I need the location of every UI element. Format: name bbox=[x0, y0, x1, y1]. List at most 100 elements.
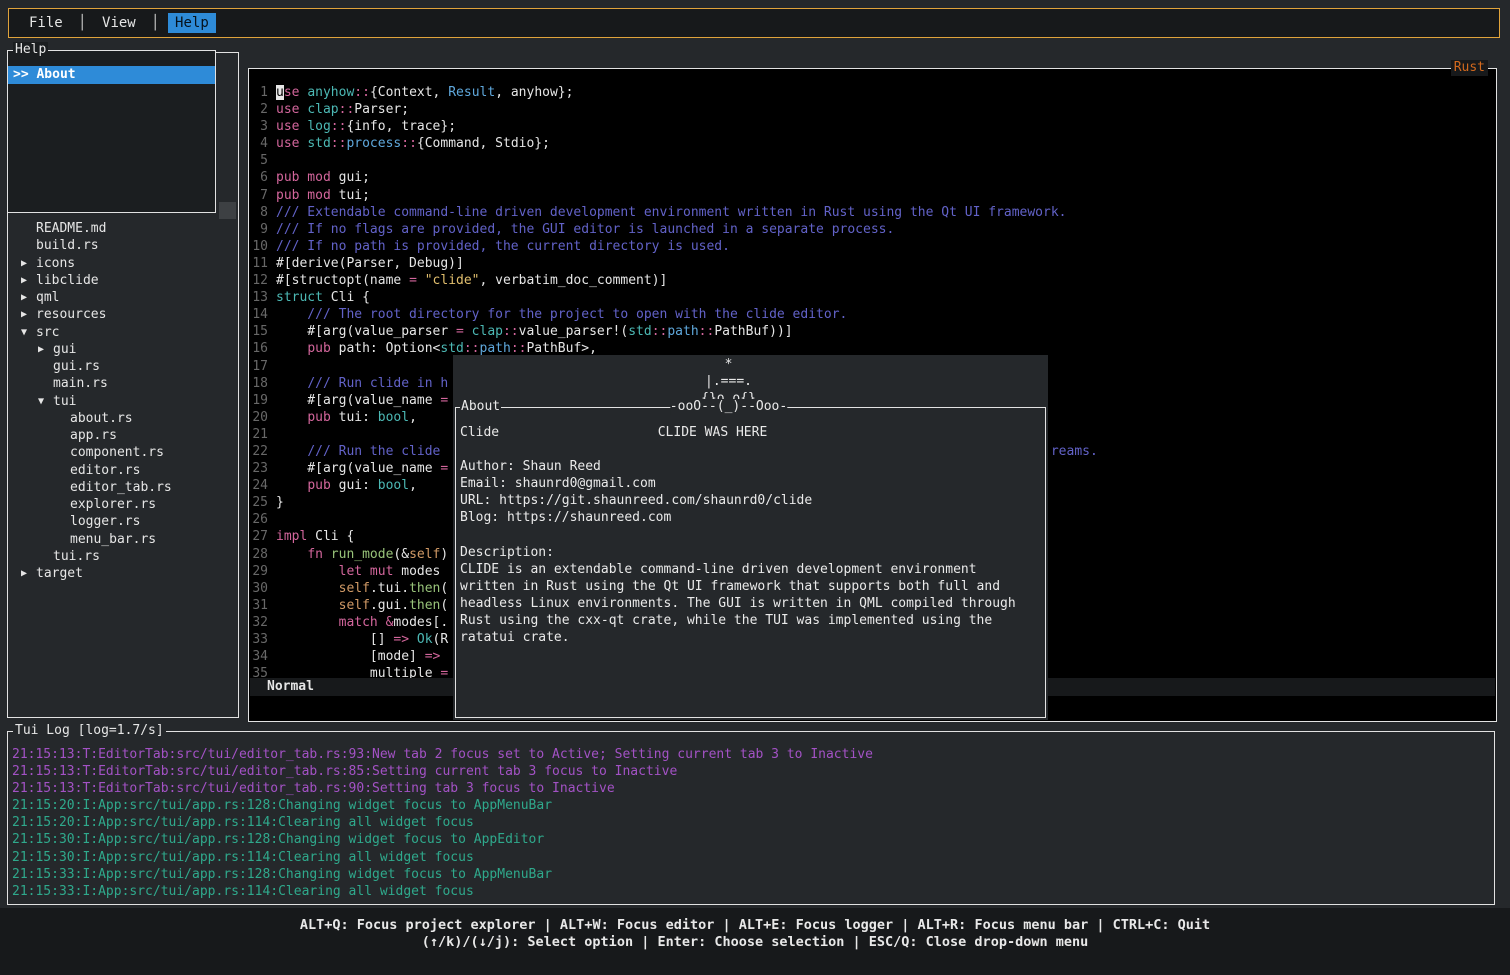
about-row-text: Clide bbox=[460, 425, 499, 440]
explorer-item-readme-md[interactable]: README.md bbox=[8, 220, 237, 237]
code-token bbox=[276, 444, 307, 459]
code-token: [mode] bbox=[276, 649, 425, 664]
code-token: then bbox=[409, 598, 440, 613]
explorer-item-explorer-rs[interactable]: explorer.rs bbox=[8, 496, 237, 513]
line-number: 22 bbox=[251, 443, 268, 460]
code-line[interactable]: 5 bbox=[251, 152, 1494, 169]
explorer-item-editor-tab-rs[interactable]: editor_tab.rs bbox=[8, 479, 237, 496]
explorer-item-label: libclide bbox=[36, 272, 99, 289]
code-line[interactable]: 7pub mod tui; bbox=[251, 187, 1494, 204]
code-line[interactable]: 15 #[arg(value_parser = clap::value_pars… bbox=[251, 323, 1494, 340]
explorer-item-build-rs[interactable]: build.rs bbox=[8, 237, 237, 254]
explorer-item-app-rs[interactable]: app.rs bbox=[8, 427, 237, 444]
code-line[interactable]: 2use clap::Parser; bbox=[251, 101, 1494, 118]
menu-item-view[interactable]: View bbox=[95, 13, 143, 33]
code-token: process bbox=[346, 136, 401, 151]
menu-item-help[interactable]: Help bbox=[168, 13, 216, 33]
log-entry: 21:15:33:I:App:src/tui/app.rs:114:Cleari… bbox=[12, 883, 873, 900]
code-token: pub bbox=[307, 341, 338, 356]
explorer-item-icons[interactable]: ▶icons bbox=[8, 255, 237, 272]
explorer-item-label: target bbox=[36, 565, 83, 582]
explorer-tree: README.mdbuild.rs▶icons▶libclide▶qml▶res… bbox=[8, 220, 237, 582]
code-line[interactable]: 12#[structopt(name = "clide", verbatim_d… bbox=[251, 272, 1494, 289]
explorer-item-label: main.rs bbox=[53, 375, 108, 392]
about-row: URL: https://git.shaunreed.com/shaunrd0/… bbox=[456, 492, 1045, 509]
code-token: Parser; bbox=[354, 102, 409, 117]
code-token bbox=[276, 547, 307, 562]
about-box-title: About bbox=[460, 399, 501, 415]
code-token: ) bbox=[440, 547, 448, 562]
about-row bbox=[456, 441, 1045, 458]
tui-log-panel: Tui Log [log=1.7/s] 21:15:13:T:EditorTab… bbox=[7, 731, 1495, 905]
menu-item-file[interactable]: File bbox=[22, 13, 70, 33]
code-token: anyhow bbox=[307, 85, 354, 100]
code-token: = bbox=[440, 461, 448, 476]
explorer-scrollbar-thumb[interactable] bbox=[219, 202, 236, 219]
explorer-item-about-rs[interactable]: about.rs bbox=[8, 410, 237, 427]
line-number: 32 bbox=[251, 614, 268, 631]
code-line[interactable]: 1use anyhow::{Context, Result, anyhow}; bbox=[251, 84, 1494, 101]
code-token: :: bbox=[331, 136, 347, 151]
code-line[interactable]: 9/// If no flags are provided, the GUI e… bbox=[251, 221, 1494, 238]
line-number: 6 bbox=[251, 169, 268, 186]
explorer-item-gui-rs[interactable]: gui.rs bbox=[8, 358, 237, 375]
line-number: 23 bbox=[251, 460, 268, 477]
code-token bbox=[276, 598, 339, 613]
explorer-item-target[interactable]: ▶target bbox=[8, 565, 237, 582]
code-line[interactable]: 6pub mod gui; bbox=[251, 169, 1494, 186]
code-line[interactable]: 4use std::process::{Command, Stdio}; bbox=[251, 135, 1494, 152]
dropdown-item-about[interactable]: >> About bbox=[8, 66, 215, 84]
explorer-item-gui[interactable]: ▶gui bbox=[8, 341, 237, 358]
explorer-item-label: editor.rs bbox=[70, 462, 140, 479]
code-token: Cli { bbox=[331, 290, 370, 305]
code-token: struct bbox=[276, 290, 331, 305]
code-token: use bbox=[276, 136, 307, 151]
code-token: {Context, bbox=[370, 85, 448, 100]
explorer-item-component-rs[interactable]: component.rs bbox=[8, 444, 237, 461]
about-row-text: written in Rust using the Qt UI framewor… bbox=[460, 579, 1000, 594]
line-number: 25 bbox=[251, 494, 268, 511]
line-number: 11 bbox=[251, 255, 268, 272]
code-line[interactable]: 3use log::{info, trace}; bbox=[251, 118, 1494, 135]
ascii-art-line: * bbox=[431, 356, 1026, 373]
log-entry: 21:15:13:T:EditorTab:src/tui/editor_tab.… bbox=[12, 746, 873, 763]
chevron-right-icon: ▶ bbox=[21, 565, 36, 582]
code-token: => bbox=[425, 649, 441, 664]
line-number: 9 bbox=[251, 221, 268, 238]
code-token: pub bbox=[307, 478, 338, 493]
explorer-item-logger-rs[interactable]: logger.rs bbox=[8, 513, 237, 530]
code-token: ( bbox=[440, 581, 448, 596]
code-token: log bbox=[307, 119, 330, 134]
code-token: self bbox=[339, 581, 370, 596]
code-line[interactable]: 13struct Cli { bbox=[251, 289, 1494, 306]
code-token: #[structopt(name bbox=[276, 273, 409, 288]
code-token: {info, trace}; bbox=[346, 119, 456, 134]
code-token: (R bbox=[433, 632, 449, 647]
menu-items: File │ View │ Help bbox=[22, 13, 216, 33]
code-line[interactable]: 11#[derive(Parser, Debug)] bbox=[251, 255, 1494, 272]
code-line[interactable]: 14 /// The root directory for the projec… bbox=[251, 306, 1494, 323]
explorer-item-src[interactable]: ▼src bbox=[8, 324, 237, 341]
code-token: clap bbox=[472, 324, 503, 339]
chevron-right-icon: ▶ bbox=[21, 255, 36, 272]
code-line[interactable]: 8/// Extendable command-line driven deve… bbox=[251, 204, 1494, 221]
code-token: [] bbox=[276, 632, 393, 647]
explorer-item-resources[interactable]: ▶resources bbox=[8, 306, 237, 323]
explorer-item-libclide[interactable]: ▶libclide bbox=[8, 272, 237, 289]
code-line[interactable]: 10/// If no path is provided, the curren… bbox=[251, 238, 1494, 255]
explorer-item-qml[interactable]: ▶qml bbox=[8, 289, 237, 306]
explorer-item-tui[interactable]: ▼tui bbox=[8, 393, 237, 410]
about-row-text: headless Linux environments. The GUI is … bbox=[460, 596, 1016, 611]
chevron-right-icon: ▶ bbox=[21, 272, 36, 289]
line-number: 34 bbox=[251, 648, 268, 665]
menu-separator: │ bbox=[143, 15, 168, 31]
code-token bbox=[276, 581, 339, 596]
explorer-item-tui-rs[interactable]: tui.rs bbox=[8, 548, 237, 565]
help-dropdown: Help >> About bbox=[7, 50, 216, 213]
explorer-item-menu-bar-rs[interactable]: menu_bar.rs bbox=[8, 531, 237, 548]
code-token: self bbox=[339, 598, 370, 613]
about-row: Author: Shaun Reed bbox=[456, 458, 1045, 475]
explorer-item-label: icons bbox=[36, 255, 75, 272]
explorer-item-main-rs[interactable]: main.rs bbox=[8, 375, 237, 392]
explorer-item-editor-rs[interactable]: editor.rs bbox=[8, 462, 237, 479]
